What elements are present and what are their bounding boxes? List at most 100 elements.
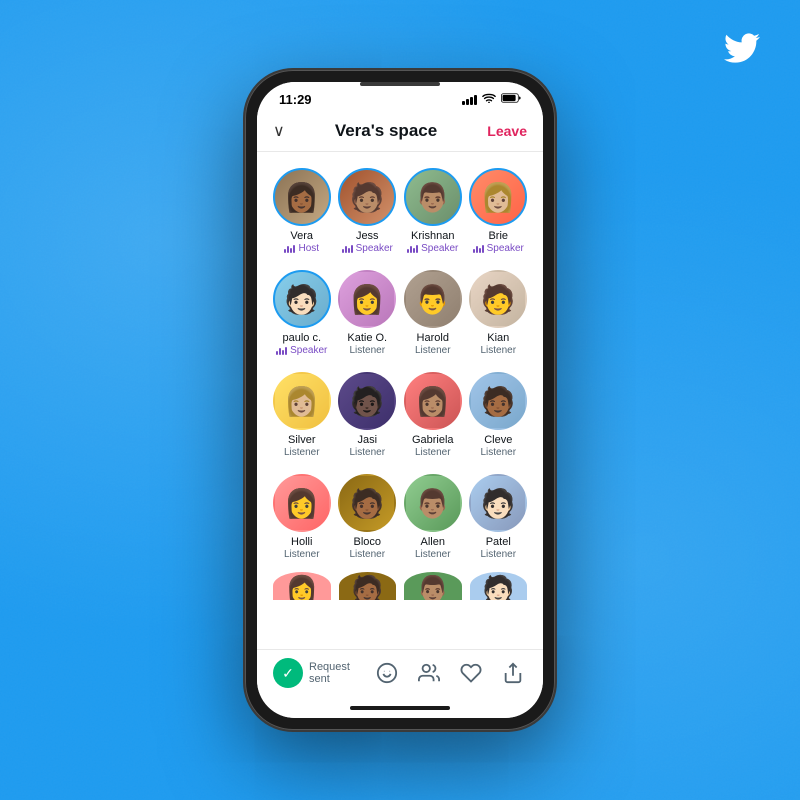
avatar-wrapper: 🧑🏽	[338, 168, 396, 226]
role-label: Listener	[284, 549, 320, 560]
role-label: Speaker	[356, 243, 393, 254]
participant-jasi[interactable]: 🧑🏿 Jasi Listener	[335, 364, 401, 466]
partial-avatar-2: 👨🏽	[400, 568, 466, 604]
participant-role: Speaker	[473, 243, 524, 254]
role-label: Speaker	[290, 345, 327, 356]
avatar-wrapper: 🧑🏻	[469, 474, 527, 532]
role-label: Listener	[480, 447, 516, 458]
participant-krishnan[interactable]: 👨🏽 Krishnan Speaker	[400, 160, 466, 262]
participant-role: Listener	[480, 447, 516, 458]
status-time: 11:29	[279, 92, 312, 107]
people-button[interactable]	[415, 659, 443, 687]
request-sent-area: ✓ Request sent	[273, 658, 373, 688]
participant-harold[interactable]: 👨 Harold Listener	[400, 262, 466, 364]
avatar: 👨🏽	[404, 168, 462, 226]
share-button[interactable]	[499, 659, 527, 687]
speaking-icon	[473, 245, 484, 253]
participant-role: Listener	[349, 447, 385, 458]
participant-role: Listener	[284, 447, 320, 458]
avatar: 👩🏼	[273, 372, 331, 430]
role-label: Speaker	[487, 243, 524, 254]
participant-role: Listener	[415, 345, 451, 356]
participant-holli[interactable]: 👩 Holli Listener	[269, 466, 335, 568]
participant-role: Speaker	[407, 243, 458, 254]
request-sent-label: Request sent	[309, 661, 373, 685]
avatar-wrapper: 👩	[338, 270, 396, 328]
home-bar	[350, 706, 450, 710]
participant-vera[interactable]: 👩🏾 Vera Host	[269, 160, 335, 262]
participant-role: Listener	[415, 549, 451, 560]
role-label: Listener	[480, 345, 516, 356]
participant-name: Katie O.	[347, 332, 387, 344]
avatar-wrapper: 👩	[273, 474, 331, 532]
twitter-logo	[724, 30, 760, 75]
partial-avatar-3: 🧑🏻	[466, 568, 532, 604]
participant-paulo-c.[interactable]: 🧑🏻 paulo c. Speaker	[269, 262, 335, 364]
participant-patel[interactable]: 🧑🏻 Patel Listener	[466, 466, 532, 568]
participant-role: Listener	[480, 345, 516, 356]
participant-katie-o.[interactable]: 👩 Katie O. Listener	[335, 262, 401, 364]
avatar-wrapper: 🧑🏿	[338, 372, 396, 430]
participant-role: Speaker	[342, 243, 393, 254]
speaking-icon	[342, 245, 353, 253]
participant-name: Jasi	[357, 434, 377, 446]
avatar-wrapper: 👩🏼	[273, 372, 331, 430]
role-label: Listener	[415, 549, 451, 560]
avatar: 👩🏾	[273, 168, 331, 226]
emoji-button[interactable]	[373, 659, 401, 687]
participant-role: Listener	[415, 447, 451, 458]
participant-silver[interactable]: 👩🏼 Silver Listener	[269, 364, 335, 466]
participant-kian[interactable]: 🧑 Kian Listener	[466, 262, 532, 364]
heart-button[interactable]	[457, 659, 485, 687]
avatar: 👨🏽	[404, 474, 462, 532]
home-indicator	[257, 698, 543, 718]
participant-name: Silver	[288, 434, 316, 446]
chevron-down-icon[interactable]: ∨	[273, 121, 285, 141]
leave-button[interactable]: Leave	[487, 123, 527, 139]
wifi-icon	[482, 93, 496, 106]
participant-allen[interactable]: 👨🏽 Allen Listener	[400, 466, 466, 568]
status-bar: 11:29	[257, 82, 543, 113]
avatar-wrapper: 🧑🏾	[469, 372, 527, 430]
avatar: 🧑🏻	[273, 270, 331, 328]
avatar-wrapper: 👩🏽	[404, 372, 462, 430]
avatar-wrapper: 🧑	[469, 270, 527, 328]
participant-name: Cleve	[484, 434, 512, 446]
role-label: Speaker	[421, 243, 458, 254]
avatar: 👩🏼	[469, 168, 527, 226]
phone-frame: 11:29	[245, 70, 555, 730]
participant-name: paulo c.	[282, 332, 321, 344]
participant-name: Vera	[290, 230, 313, 242]
space-title: Vera's space	[335, 121, 437, 141]
avatar: 👨	[404, 270, 462, 328]
app-header: ∨ Vera's space Leave	[257, 113, 543, 152]
participants-content: 👩🏾 Vera Host 🧑🏽 Jess	[257, 152, 543, 649]
participant-name: Holli	[291, 536, 312, 548]
battery-icon	[501, 93, 521, 106]
avatar-wrapper: 👩🏼	[469, 168, 527, 226]
participant-name: Gabriela	[412, 434, 454, 446]
participant-role: Listener	[349, 549, 385, 560]
avatar-wrapper: 👩🏾	[273, 168, 331, 226]
participant-role: Listener	[349, 345, 385, 356]
participant-brie[interactable]: 👩🏼 Brie Speaker	[466, 160, 532, 262]
avatar: 👩	[273, 474, 331, 532]
participant-bloco[interactable]: 🧑🏾 Bloco Listener	[335, 466, 401, 568]
participant-cleve[interactable]: 🧑🏾 Cleve Listener	[466, 364, 532, 466]
role-label: Listener	[480, 549, 516, 560]
bottom-bar: ✓ Request sent	[257, 649, 543, 698]
speaking-icon	[276, 347, 287, 355]
phone-screen: 11:29	[257, 82, 543, 718]
avatar-wrapper: 👨🏽	[404, 474, 462, 532]
role-label: Listener	[415, 345, 451, 356]
role-label: Host	[298, 243, 319, 254]
participant-gabriela[interactable]: 👩🏽 Gabriela Listener	[400, 364, 466, 466]
check-circle-icon: ✓	[273, 658, 303, 688]
action-buttons	[373, 659, 527, 687]
role-label: Listener	[349, 549, 385, 560]
signal-icon	[462, 95, 477, 105]
role-label: Listener	[349, 345, 385, 356]
participant-jess[interactable]: 🧑🏽 Jess Speaker	[335, 160, 401, 262]
role-label: Listener	[415, 447, 451, 458]
partial-avatars-row: 👩 🧑🏾 👨🏽 🧑🏻	[261, 568, 539, 604]
